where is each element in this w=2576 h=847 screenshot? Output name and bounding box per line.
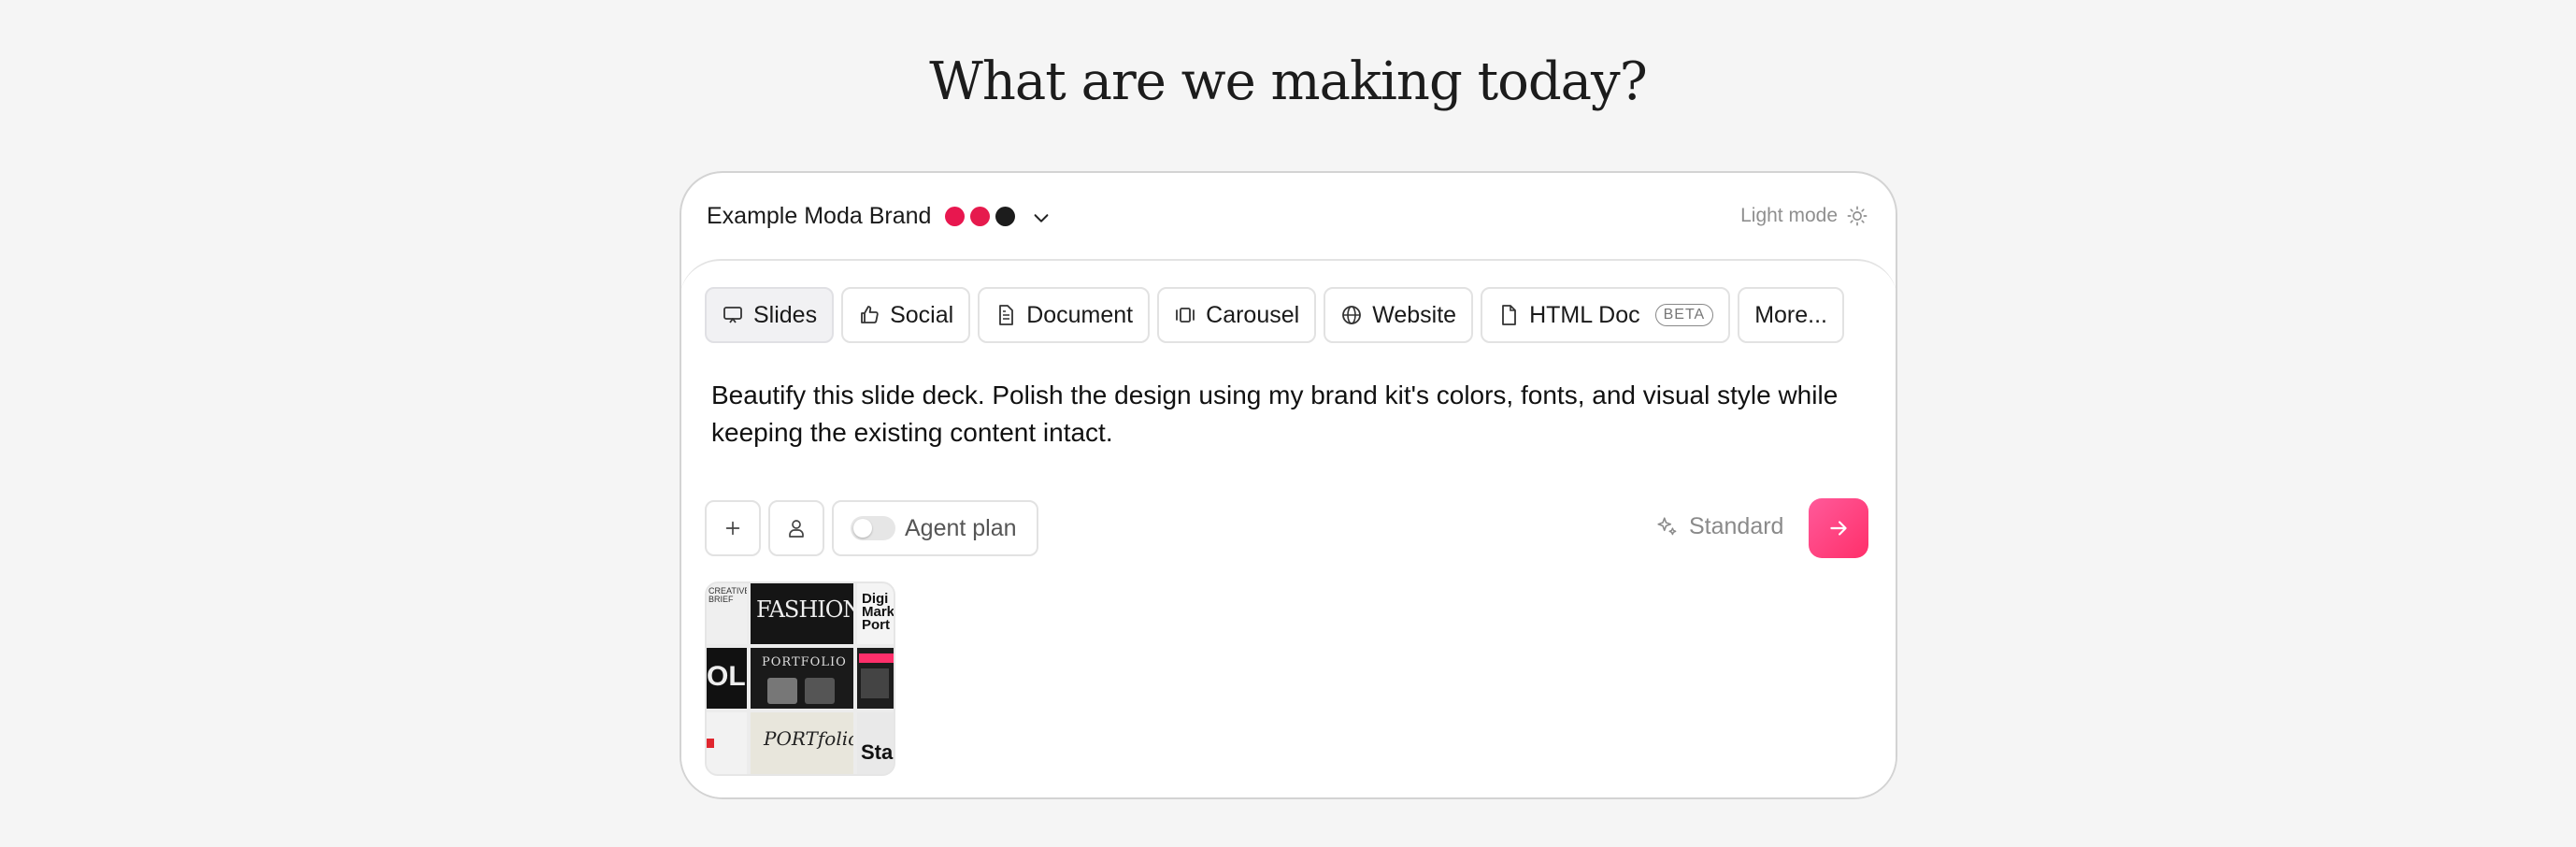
tab-website[interactable]: Website <box>1324 287 1474 343</box>
brand-swatch-2 <box>970 207 990 226</box>
presentation-icon <box>723 307 742 323</box>
plus-icon <box>725 521 740 536</box>
prompt-panel: Slides Social Document Carousel Website … <box>681 259 1896 797</box>
composer-card: Example Moda Brand Light mode Slides Soc… <box>680 171 1897 799</box>
brand-swatch-1 <box>945 207 965 226</box>
thumb-tile: CREATIVE BRIEF <box>707 583 747 644</box>
document-icon <box>999 305 1014 325</box>
chevron-down-icon[interactable] <box>1031 208 1052 228</box>
tab-label: More... <box>1754 301 1827 328</box>
brand-kit-name[interactable]: Example Moda Brand <box>707 203 931 230</box>
thumb-tile: OLIO <box>707 648 747 709</box>
prompt-textarea[interactable]: Beautify this slide deck. Polish the des… <box>711 377 1861 452</box>
thumb-tile <box>707 712 747 774</box>
thumb-tile <box>857 648 894 709</box>
tab-html-doc[interactable]: HTML Doc BETA <box>1481 287 1731 343</box>
brand-color-swatches[interactable] <box>945 207 1015 226</box>
user-icon <box>789 520 804 538</box>
tab-label: Carousel <box>1206 301 1300 328</box>
send-button[interactable] <box>1809 498 1868 558</box>
thumbs-up-icon <box>861 306 879 323</box>
content-type-tabs: Slides Social Document Carousel Website … <box>705 287 1844 343</box>
tab-more[interactable]: More... <box>1738 287 1844 343</box>
composer-toolbar: Agent plan Standard <box>705 498 1873 562</box>
brand-swatch-3 <box>995 207 1015 226</box>
thumb-tile-portfolio: PORTFOLIO <box>751 648 853 709</box>
model-label: Standard <box>1689 513 1784 539</box>
persona-button[interactable] <box>768 500 824 556</box>
tab-document[interactable]: Document <box>978 287 1151 343</box>
template-preview-thumbnail[interactable]: CREATIVE BRIEF FASHION Digi Mark Port OL… <box>705 581 895 776</box>
tab-label: Slides <box>753 301 818 328</box>
tab-label: Social <box>890 301 954 328</box>
carousel-icon <box>1176 308 1195 323</box>
brand-row: Example Moda Brand Light mode <box>681 173 1896 259</box>
page-title: What are we making today? <box>929 51 1647 112</box>
agent-plan-toggle[interactable]: Agent plan <box>832 500 1038 556</box>
light-mode-label: Light mode <box>1740 205 1838 226</box>
tab-label: Website <box>1372 301 1457 328</box>
sparkle-icon <box>1657 516 1677 535</box>
thumb-tile-portfolio-script: PORTfolio <box>751 712 853 774</box>
add-attachment-button[interactable] <box>705 500 761 556</box>
sun-icon <box>1847 206 1868 226</box>
tab-label: HTML Doc <box>1529 301 1640 328</box>
thumb-tile: Sta <box>857 712 894 774</box>
toggle-switch[interactable] <box>851 516 895 540</box>
tab-label: Document <box>1026 301 1134 328</box>
beta-badge: BETA <box>1654 304 1714 326</box>
tab-carousel[interactable]: Carousel <box>1157 287 1317 343</box>
agent-plan-label: Agent plan <box>905 514 1017 541</box>
thumb-tile-fashion: FASHION <box>751 583 853 644</box>
tab-slides[interactable]: Slides <box>705 287 835 343</box>
globe-icon <box>1342 306 1362 324</box>
arrow-right-icon <box>1830 521 1847 536</box>
thumb-tile: Digi Mark Port <box>857 583 894 644</box>
model-selector[interactable]: Standard <box>1655 513 1783 540</box>
light-mode-toggle[interactable]: Light mode <box>1740 205 1868 227</box>
tab-social[interactable]: Social <box>841 287 971 343</box>
file-icon <box>1502 305 1516 325</box>
